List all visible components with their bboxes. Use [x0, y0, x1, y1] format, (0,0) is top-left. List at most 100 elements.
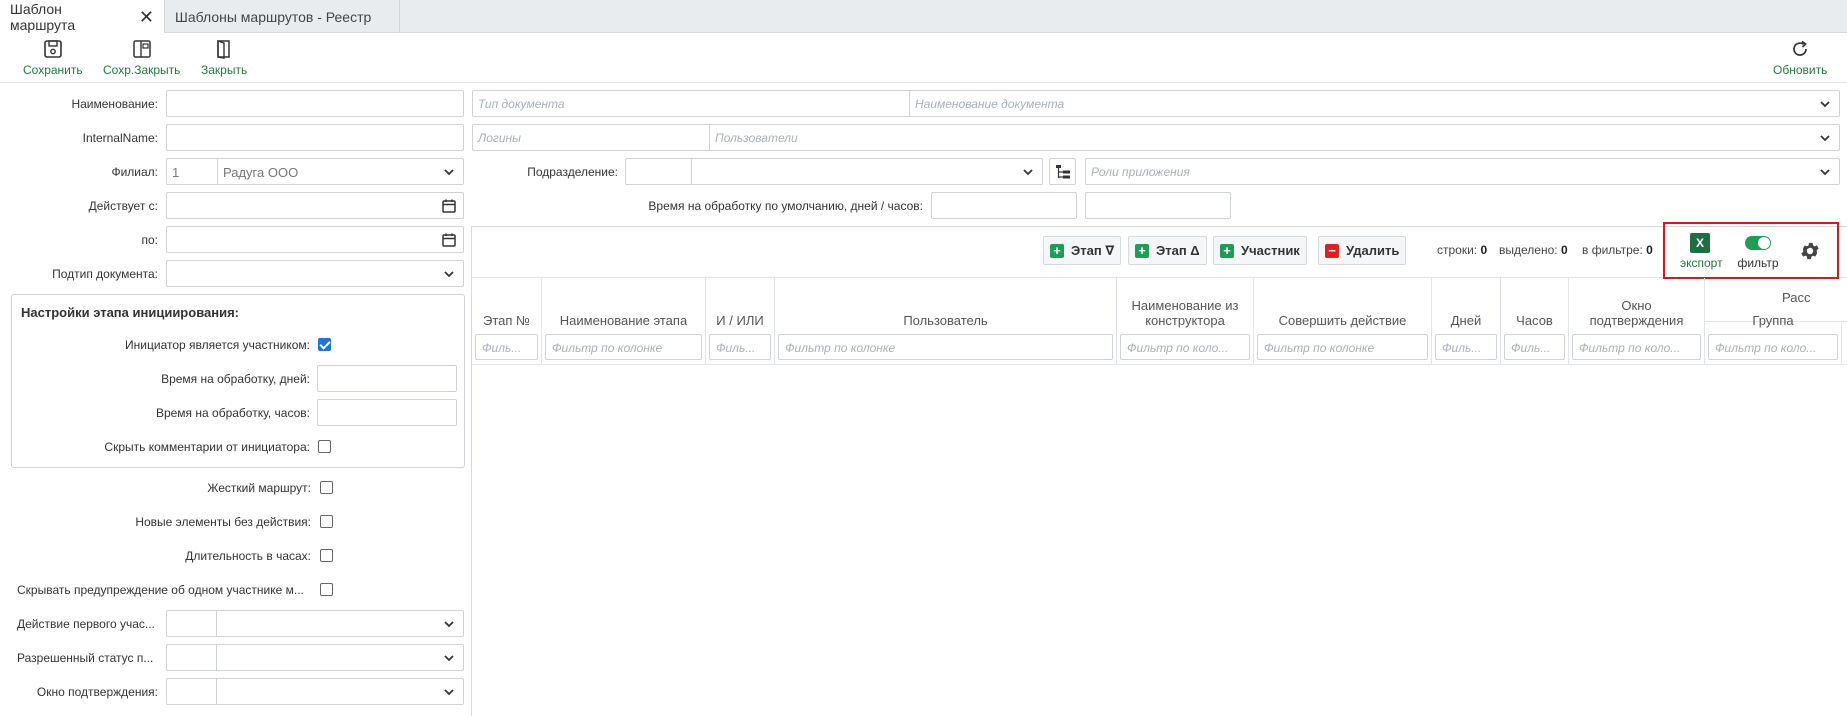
new-no-action-checkbox[interactable] — [320, 515, 333, 528]
save-close-label: Сохр.Закрыть — [103, 63, 181, 77]
internal-name-label: InternalName: — [82, 131, 158, 145]
initiator-participant-checkbox[interactable] — [318, 338, 331, 351]
name-input[interactable] — [166, 90, 464, 117]
time-hours-input[interactable] — [317, 399, 457, 426]
column-and-or[interactable]: И / ИЛИ Филь... — [706, 278, 775, 364]
branch-name: Радуга ООО — [223, 165, 299, 180]
hide-warning-label: Скрывать предупреждение об одном участни… — [17, 583, 304, 597]
close-label: Закрыть — [201, 63, 248, 77]
valid-from-label: Действует с: — [88, 199, 158, 213]
chevron-down-icon[interactable] — [443, 618, 455, 630]
add-stage-before-button[interactable]: + Этап ∇ — [1043, 236, 1122, 265]
door-icon — [217, 40, 230, 59]
users-filter-select[interactable]: Логины Пользователи — [472, 124, 1840, 151]
tab-route-registry[interactable]: Шаблоны маршрутов - Реестр — [165, 0, 400, 33]
branch-select[interactable]: 1 Радуга ООО — [166, 158, 464, 185]
internal-name-input[interactable] — [166, 124, 464, 151]
first-action-select[interactable] — [166, 610, 464, 637]
refresh-button[interactable]: Обновить — [1773, 39, 1827, 77]
save-button[interactable]: Сохранить — [23, 39, 83, 77]
default-time-label: Время на обработку по умолчанию, дней / … — [648, 199, 923, 213]
chevron-down-icon[interactable] — [443, 166, 455, 178]
division-tree-button[interactable] — [1049, 158, 1076, 185]
valid-from-input[interactable] — [166, 192, 464, 219]
column-group[interactable]: Группа Фильтр по коло... — [1705, 313, 1842, 364]
filter-label: фильтр — [1737, 256, 1779, 270]
chevron-down-icon[interactable] — [1819, 98, 1831, 110]
close-button[interactable]: Закрыть — [201, 39, 247, 77]
close-icon[interactable]: ✕ — [139, 8, 154, 26]
column-user[interactable]: Пользователь Фильтр по колонке — [775, 278, 1117, 364]
doc-type-placeholder: Тип документа — [478, 97, 565, 111]
column-filter-input[interactable]: Филь... — [709, 334, 771, 360]
doc-subtype-label: Подтип документа: — [52, 267, 158, 281]
column-filter-input[interactable]: Фильтр по коло... — [1120, 334, 1250, 360]
hide-warning-checkbox[interactable] — [320, 583, 333, 596]
allowed-status-label: Разрешенный статус п... — [17, 651, 154, 665]
plus-icon: + — [1050, 243, 1064, 258]
add-stage-after-button[interactable]: + Этап Δ — [1128, 236, 1207, 265]
document-filter-select[interactable]: Тип документа Наименование документа — [472, 90, 1840, 117]
filter-toggle[interactable]: фильтр — [1734, 236, 1782, 270]
calendar-icon[interactable] — [441, 232, 457, 248]
allowed-status-select[interactable] — [166, 644, 464, 671]
doc-subtype-select[interactable] — [166, 260, 464, 287]
confirm-window-select[interactable] — [166, 678, 464, 705]
valid-to-input[interactable] — [166, 226, 464, 253]
column-filter-input[interactable]: Филь... — [475, 334, 538, 360]
time-days-input[interactable] — [317, 365, 457, 392]
column-stage-name[interactable]: Наименование этапа Фильтр по колонке — [542, 278, 706, 364]
duration-hours-label: Длительность в часах: — [185, 549, 311, 563]
column-filter-input[interactable]: Фильтр по колонке — [778, 334, 1113, 360]
plus-icon: + — [1220, 243, 1234, 258]
initiation-settings-title: Настройки этапа инициирования: — [21, 305, 239, 320]
toolbar: Сохранить Сохр.Закрыть Закрыть Обновить — [0, 33, 1847, 83]
chevron-down-icon[interactable] — [1819, 166, 1831, 178]
time-days-label: Время на обработку, дней: — [161, 372, 310, 386]
valid-to-label: по: — [141, 233, 158, 247]
delete-button[interactable]: − Удалить — [1318, 236, 1407, 265]
logins-placeholder: Логины — [478, 131, 521, 145]
column-filter-input[interactable]: Филь... — [1435, 334, 1497, 360]
refresh-icon — [1793, 40, 1808, 56]
column-filter-input[interactable]: Фильтр по колонке — [545, 334, 702, 360]
column-filter-input[interactable]: Фильтр по колонке — [1257, 334, 1428, 360]
column-filter-input[interactable]: Фильтр по коло... — [1572, 334, 1701, 360]
export-label: экспорт — [1680, 256, 1723, 270]
add-participant-button[interactable]: + Участник — [1213, 236, 1307, 265]
tab-bar: Шаблон маршрута ✕ Шаблоны маршрутов - Ре… — [0, 0, 1847, 33]
column-perform-action[interactable]: Совершить действие Фильтр по колонке — [1254, 278, 1432, 364]
column-constructor-name[interactable]: Наименование из конструктора Фильтр по к… — [1117, 278, 1254, 364]
strict-route-checkbox[interactable] — [320, 481, 333, 494]
hide-comments-checkbox[interactable] — [318, 440, 331, 453]
save-close-button[interactable]: Сохр.Закрыть — [103, 39, 180, 77]
time-hours-label: Время на обработку, часов: — [155, 406, 310, 420]
column-filter-input[interactable]: Филь... — [1504, 334, 1565, 360]
default-hours-input[interactable] — [1085, 192, 1231, 219]
column-filter-input[interactable]: Фильтр по коло... — [1708, 334, 1838, 360]
tab-route-template[interactable]: Шаблон маршрута ✕ — [0, 0, 165, 33]
column-stage-number[interactable]: Этап № Филь... — [472, 278, 542, 364]
default-days-input[interactable] — [931, 192, 1077, 219]
chevron-down-icon[interactable] — [443, 686, 455, 698]
chevron-down-icon[interactable] — [1819, 132, 1831, 144]
column-hours[interactable]: Часов Филь... — [1501, 278, 1569, 364]
calendar-icon[interactable] — [441, 198, 457, 214]
grid-body[interactable] — [472, 365, 1847, 716]
minus-icon: − — [1325, 243, 1339, 258]
division-select[interactable] — [625, 158, 1043, 185]
chevron-down-icon[interactable] — [443, 268, 455, 280]
strict-route-label: Жесткий маршрут: — [207, 481, 311, 495]
branch-label: Филиал: — [111, 165, 158, 179]
column-confirm-window[interactable]: Окно подтверждения Фильтр по коло... — [1569, 278, 1705, 364]
gear-icon[interactable] — [1799, 240, 1821, 262]
save-close-icon — [132, 40, 151, 58]
export-button[interactable]: X экспорт — [1680, 233, 1723, 270]
tab-label: Шаблон маршрута — [10, 0, 76, 33]
chevron-down-icon[interactable] — [1022, 166, 1034, 178]
roles-select[interactable]: Роли приложения — [1085, 158, 1840, 185]
column-days[interactable]: Дней Филь... — [1432, 278, 1501, 364]
duration-hours-checkbox[interactable] — [320, 549, 333, 562]
doc-name-placeholder: Наименование документа — [915, 97, 1065, 111]
chevron-down-icon[interactable] — [443, 652, 455, 664]
